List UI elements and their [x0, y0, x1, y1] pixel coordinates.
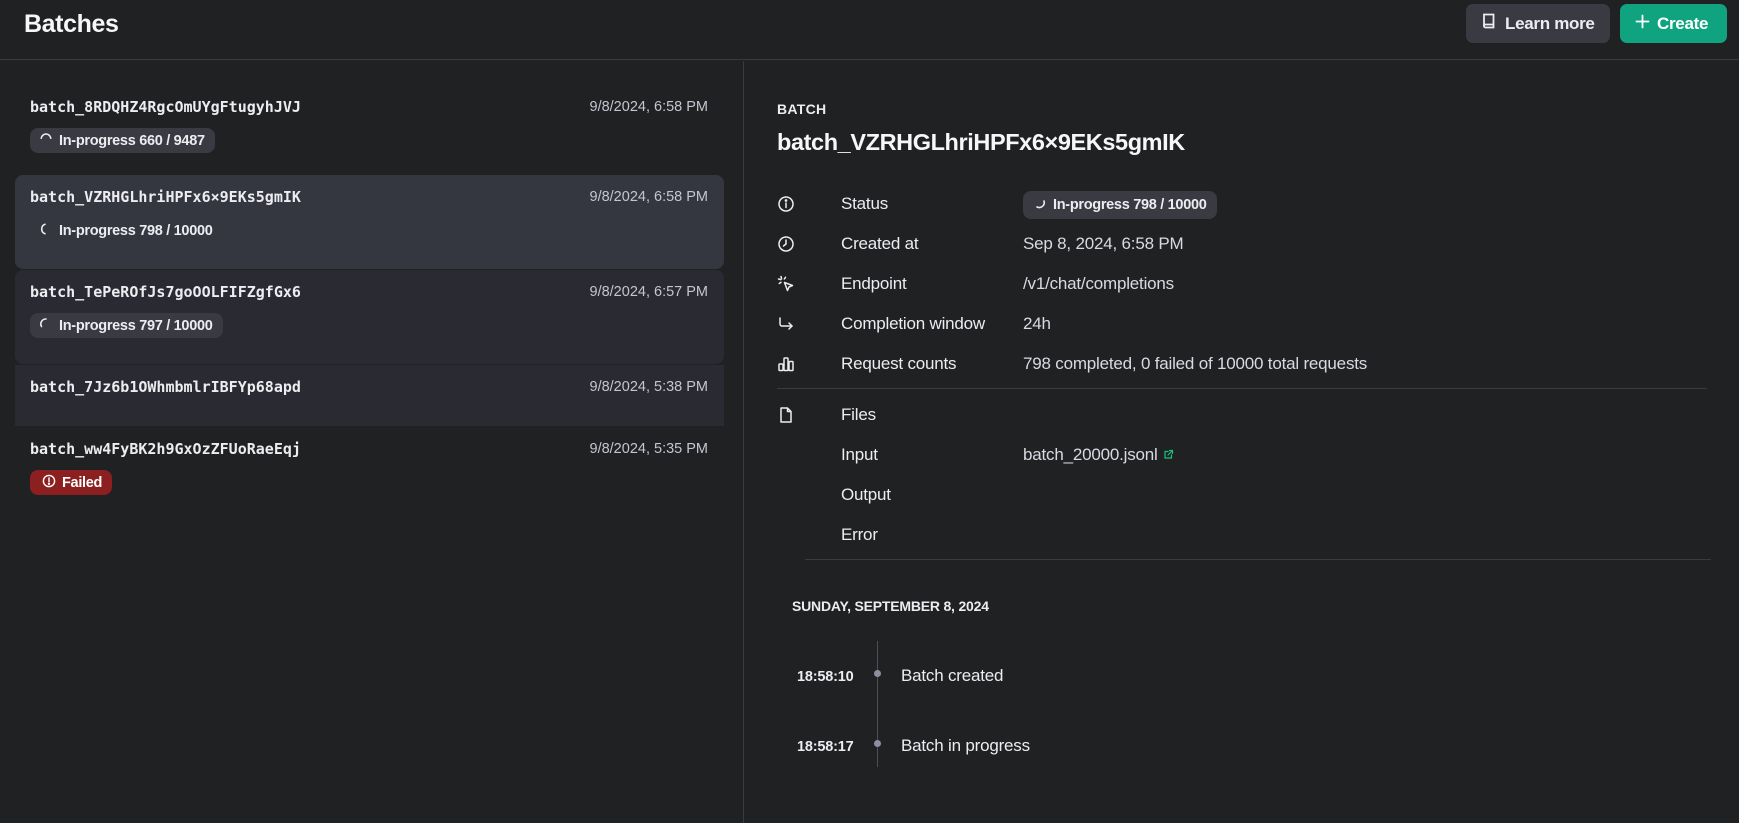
timeline-line [877, 641, 878, 767]
completion-window-label: Completion window [841, 314, 986, 333]
batch-list: batch_8RDQHZ4RgcOmUYgFtugyhJVJ 9/8/2024,… [0, 61, 744, 823]
batch-id: batch_7Jz6b1OWhmbmlrIBFYp68apd [30, 378, 301, 396]
arrow-return-icon [777, 315, 795, 333]
learn-more-button[interactable]: Learn more [1466, 4, 1610, 43]
request-counts-row: Request counts 798 completed, 0 failed o… [777, 352, 1717, 376]
input-file-link[interactable]: batch_20000.jsonl [1023, 445, 1174, 465]
status-row: Status In-progress 798 / 10000 [777, 191, 1717, 219]
batch-id: batch_8RDQHZ4RgcOmUYgFtugyhJVJ [30, 98, 301, 116]
endpoint-row: Endpoint /v1/chat/completions [777, 272, 1717, 296]
batch-time: 9/8/2024, 5:35 PM [589, 441, 709, 457]
create-button[interactable]: Create [1620, 4, 1727, 43]
batch-list-item[interactable]: batch_8RDQHZ4RgcOmUYgFtugyhJVJ 9/8/2024,… [15, 85, 724, 179]
timeline-dot [874, 670, 881, 677]
status-badge: In-progress 798 / 10000 [30, 218, 223, 243]
batch-time: 9/8/2024, 5:38 PM [589, 379, 709, 395]
status-text: In-progress 798 / 10000 [59, 222, 213, 239]
batch-detail-panel: BATCH batch_VZRHGLhriHPFx6×9EKs5gmIK Sta… [745, 61, 1739, 823]
batch-time: 9/8/2024, 6:57 PM [589, 284, 709, 300]
output-label: Output [841, 485, 891, 504]
status-text: In-progress 798 / 10000 [1053, 197, 1207, 213]
request-counts-value: 798 completed, 0 failed of 10000 total r… [1023, 354, 1368, 373]
batch-time: 9/8/2024, 6:58 PM [589, 99, 709, 115]
learn-more-label: Learn more [1505, 13, 1595, 33]
spinner-icon [39, 222, 53, 240]
batch-list-item[interactable]: batch_7Jz6b1OWhmbmlrIBFYp68apd 9/8/2024,… [15, 365, 724, 426]
alert-circle-icon [42, 474, 56, 492]
timeline-event-text: Batch in progress [901, 736, 1030, 755]
create-label: Create [1657, 13, 1709, 33]
bar-chart-icon [777, 355, 795, 373]
batch-id: batch_TePeROfJs7goOOLFIFZgfGx6 [30, 283, 301, 301]
divider [777, 388, 1707, 389]
created-value: Sep 8, 2024, 6:58 PM [1023, 234, 1184, 253]
status-text: In-progress 660 / 9487 [59, 132, 205, 149]
completion-window-row: Completion window 24h [777, 312, 1717, 336]
timeline-event-time: 18:58:10 [797, 669, 854, 685]
spinner-icon [39, 317, 53, 335]
completion-window-value: 24h [1023, 314, 1051, 333]
status-badge: In-progress 797 / 10000 [30, 313, 223, 338]
created-label: Created at [841, 234, 919, 253]
status-text: Failed [62, 474, 103, 491]
timeline-event-text: Batch created [901, 666, 1004, 685]
status-label: Status [841, 194, 888, 213]
timeline-dot [874, 740, 881, 747]
input-file-name: batch_20000.jsonl [1023, 445, 1158, 464]
book-icon [1481, 12, 1498, 35]
timeline-event-time: 18:58:17 [797, 739, 854, 755]
input-label: Input [841, 445, 878, 464]
batch-id: batch_VZRHGLhriHPFx6×9EKs5gmIK [30, 188, 301, 206]
external-link-icon [1163, 445, 1174, 465]
batch-list-item-selected[interactable]: batch_VZRHGLhriHPFx6×9EKs5gmIK 9/8/2024,… [15, 175, 724, 269]
status-badge: In-progress 660 / 9487 [30, 128, 215, 153]
info-icon [777, 195, 795, 213]
top-bar: Batches Learn more Create [0, 0, 1739, 60]
output-file-row: Output [777, 483, 1717, 507]
endpoint-value: /v1/chat/completions [1023, 274, 1174, 293]
spinner-icon [39, 132, 53, 150]
plus-icon [1635, 14, 1650, 34]
request-counts-label: Request counts [841, 354, 957, 373]
status-text: In-progress 797 / 10000 [59, 317, 213, 334]
error-file-row: Error [777, 523, 1717, 547]
divider [805, 559, 1711, 560]
status-badge: In-progress 798 / 10000 [1023, 191, 1217, 219]
input-file-row: Input batch_20000.jsonl [777, 443, 1717, 467]
files-row: Files [777, 403, 1717, 427]
batch-list-item[interactable]: batch_ww4FyBK2h9GxOzZFUoRaeEqj 9/8/2024,… [15, 427, 724, 521]
batch-id: batch_ww4FyBK2h9GxOzZFUoRaeEqj [30, 440, 301, 458]
section-label: BATCH [777, 101, 827, 117]
file-icon [777, 406, 795, 424]
spinner-icon [1033, 196, 1047, 214]
endpoint-label: Endpoint [841, 274, 907, 293]
batch-list-item[interactable]: batch_TePeROfJs7goOOLFIFZgfGx6 9/8/2024,… [15, 270, 724, 364]
created-row: Created at Sep 8, 2024, 6:58 PM [777, 232, 1717, 256]
error-label: Error [841, 525, 878, 544]
timeline-date: SUNDAY, SEPTEMBER 8, 2024 [792, 598, 989, 614]
batch-time: 9/8/2024, 6:58 PM [589, 189, 709, 205]
detail-title: batch_VZRHGLhriHPFx6×9EKs5gmIK [777, 129, 1185, 155]
cursor-click-icon [777, 275, 795, 293]
page-title: Batches [24, 10, 119, 38]
clock-icon [777, 235, 795, 253]
status-badge-failed: Failed [30, 470, 113, 495]
files-label: Files [841, 405, 876, 424]
